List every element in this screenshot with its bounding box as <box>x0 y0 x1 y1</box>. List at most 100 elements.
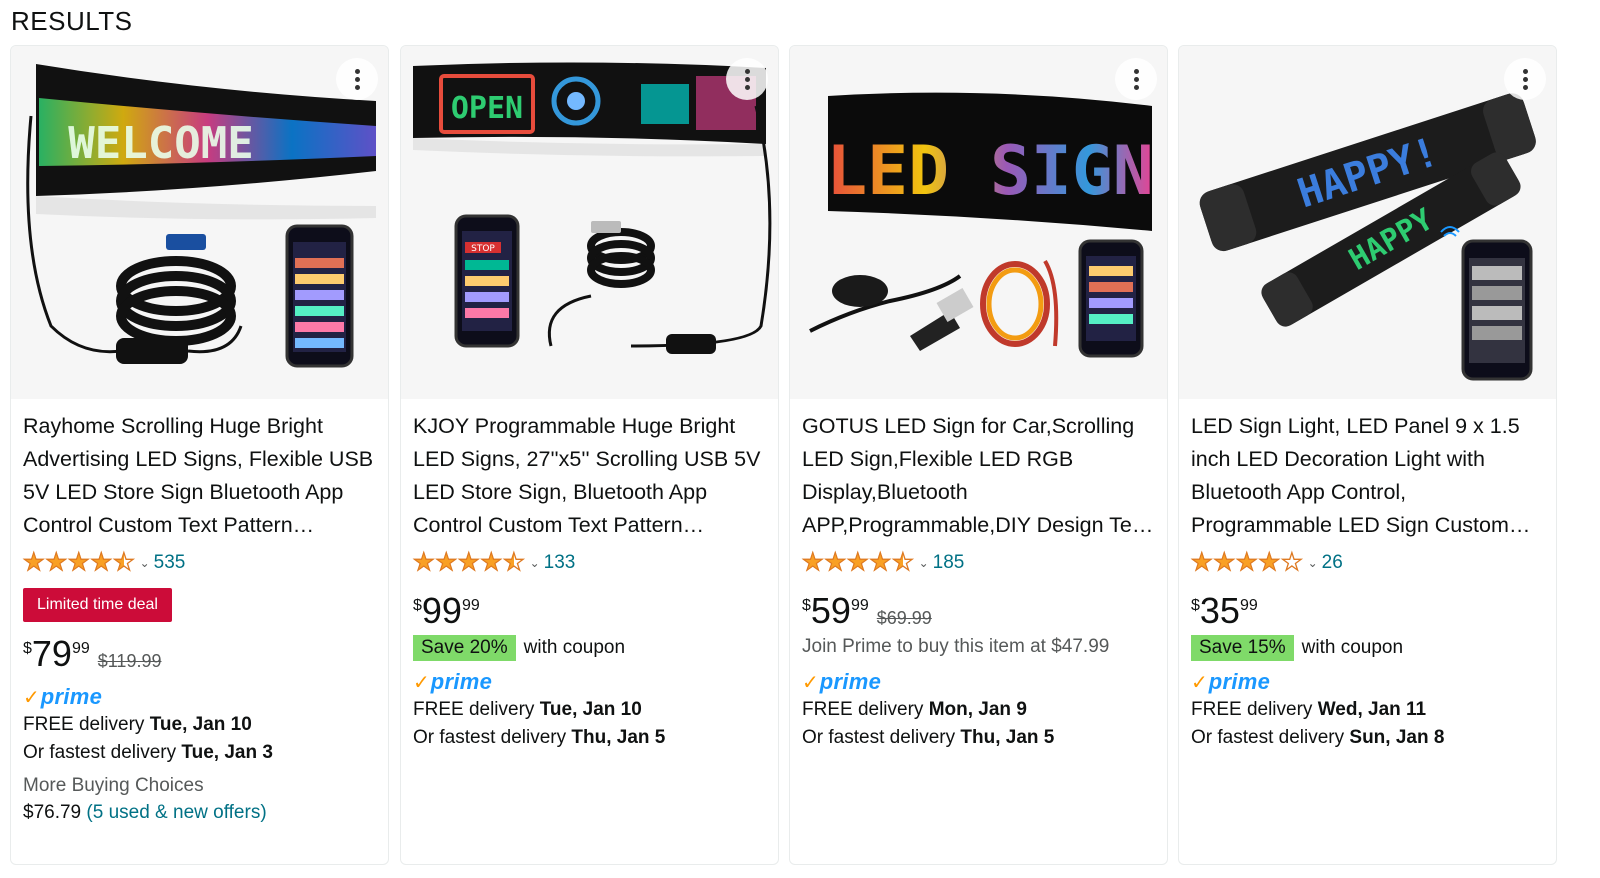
more-dots-icon <box>1523 85 1528 90</box>
more-dots-icon <box>745 77 750 82</box>
free-delivery-label: FREE delivery <box>1191 699 1313 720</box>
fastest-delivery-label: Or fastest delivery <box>802 727 956 748</box>
led-sign-image: OPEN STOP <box>413 62 772 354</box>
prime-logo-text: prime <box>40 684 103 709</box>
more-dots-icon <box>1523 69 1528 74</box>
svg-text:OPEN: OPEN <box>451 91 523 126</box>
fastest-delivery-label: Or fastest delivery <box>1191 727 1345 748</box>
more-buying-price: $76.79 <box>23 802 82 823</box>
product-title[interactable]: Rayhome Scrolling Huge Bright Advertisin… <box>23 410 381 542</box>
price-fraction: 99 <box>71 640 90 657</box>
rating-row: ★★★★★ ★★★★★ ⌄ 26 <box>1190 550 1343 575</box>
price-whole: 59 <box>810 590 851 631</box>
review-count-link[interactable]: 133 <box>544 552 576 574</box>
led-sign-image: WELCOME <box>26 64 376 368</box>
stars-filled-icon: ★★★★★ <box>23 551 124 575</box>
price-fraction: 99 <box>850 597 869 614</box>
free-delivery-label: FREE delivery <box>23 714 145 735</box>
rating-row: ★★★★★ ★★★★★ ⌄ 535 <box>22 550 186 575</box>
prime-logo-text: prime <box>1208 669 1271 694</box>
fastest-delivery-date: Tue, Jan 3 <box>181 742 273 763</box>
more-dots-icon <box>745 85 750 90</box>
price: $ 99 99 <box>413 591 480 631</box>
price: $ 35 99 <box>1191 591 1258 631</box>
chevron-down-icon[interactable]: ⌄ <box>1308 556 1318 570</box>
price-currency: $ <box>1191 597 1200 614</box>
product-card[interactable]: HAPPY! HAPPY LED Sign Light, LED Panel 9… <box>1178 45 1557 865</box>
product-title[interactable]: GOTUS LED Sign for Car,Scrolling LED Sig… <box>802 410 1160 542</box>
free-delivery: FREE delivery Wed, Jan 11 <box>1191 699 1426 721</box>
free-delivery-label: FREE delivery <box>802 699 924 720</box>
results-heading: RESULTS <box>11 6 133 36</box>
more-options-button[interactable] <box>1115 58 1157 100</box>
free-delivery-date: Tue, Jan 10 <box>539 699 642 720</box>
free-delivery-date: Wed, Jan 11 <box>1317 699 1427 720</box>
more-options-button[interactable] <box>1504 58 1546 100</box>
price-fraction: 99 <box>461 597 480 614</box>
star-rating-icon[interactable]: ★★★★★ ★★★★★ <box>801 550 915 575</box>
list-price: $119.99 <box>97 651 162 671</box>
svg-text:STOP: STOP <box>471 244 495 254</box>
star-rating-icon[interactable]: ★★★★★ ★★★★★ <box>22 550 136 575</box>
fastest-delivery-label: Or fastest delivery <box>413 727 567 748</box>
product-image[interactable]: OPEN STOP <box>401 46 778 399</box>
fastest-delivery-label: Or fastest delivery <box>23 742 177 763</box>
product-card[interactable]: WELCOME Rayhome Scrolling Huge Bright Ad… <box>10 45 389 865</box>
prime-check-icon: ✓ <box>23 687 40 709</box>
prime-badge: ✓ prime <box>802 669 881 695</box>
product-card[interactable]: OPEN STOP KJOY Programmable Huge Bright … <box>400 45 779 865</box>
price-whole: 99 <box>421 590 462 631</box>
free-delivery-date: Tue, Jan 10 <box>149 714 252 735</box>
free-delivery-date: Mon, Jan 9 <box>928 699 1027 720</box>
coupon-save-badge: Save 20% <box>413 635 516 661</box>
fastest-delivery: Or fastest delivery Thu, Jan 5 <box>802 727 1054 749</box>
fastest-delivery: Or fastest delivery Sun, Jan 8 <box>1191 727 1444 749</box>
rating-row: ★★★★★ ★★★★★ ⌄ 185 <box>801 550 965 575</box>
prime-badge: ✓ prime <box>1191 669 1270 695</box>
price-whole: 79 <box>31 633 72 674</box>
review-count-link[interactable]: 535 <box>154 552 186 574</box>
chevron-down-icon[interactable]: ⌄ <box>140 556 150 570</box>
fastest-delivery-date: Thu, Jan 5 <box>960 727 1055 748</box>
more-dots-icon <box>1523 77 1528 82</box>
more-options-button[interactable] <box>336 58 378 100</box>
star-rating-icon[interactable]: ★★★★★ ★★★★★ <box>1190 550 1304 575</box>
review-count-link[interactable]: 185 <box>933 552 965 574</box>
review-count-link[interactable]: 26 <box>1322 552 1343 574</box>
more-dots-icon <box>355 69 360 74</box>
price: $ 79 99 $119.99 <box>23 634 161 674</box>
more-buying-choices-label: More Buying Choices <box>23 775 204 796</box>
price-currency: $ <box>802 597 811 614</box>
more-options-button[interactable] <box>726 58 768 100</box>
used-new-offers-link[interactable]: (5 used & new offers) <box>86 802 266 823</box>
chevron-down-icon[interactable]: ⌄ <box>919 556 929 570</box>
chevron-down-icon[interactable]: ⌄ <box>530 556 540 570</box>
product-title[interactable]: LED Sign Light, LED Panel 9 x 1.5 inch L… <box>1191 410 1549 542</box>
price: $ 59 99 $69.99 <box>802 591 932 631</box>
product-image[interactable]: LED SIGN <box>790 46 1167 399</box>
product-image[interactable]: WELCOME <box>11 46 388 399</box>
led-sign-image: LED SIGN <box>809 92 1154 358</box>
product-card[interactable]: LED SIGN GOTUS LED Sign for Car,Scrollin… <box>789 45 1168 865</box>
free-delivery: FREE delivery Tue, Jan 10 <box>23 714 252 736</box>
coupon-row[interactable]: Save 15% with coupon <box>1191 635 1403 661</box>
stars-filled-icon: ★★★★★ <box>1191 551 1282 575</box>
coupon-save-badge: Save 15% <box>1191 635 1294 661</box>
star-rating-icon[interactable]: ★★★★★ ★★★★★ <box>412 550 526 575</box>
more-buying-offers: $76.79 (5 used & new offers) <box>23 802 267 824</box>
more-dots-icon <box>355 85 360 90</box>
fastest-delivery: Or fastest delivery Thu, Jan 5 <box>413 727 665 749</box>
stars-filled-icon: ★★★★★ <box>802 551 903 575</box>
prime-logo-text: prime <box>819 669 882 694</box>
free-delivery: FREE delivery Mon, Jan 9 <box>802 699 1027 721</box>
prime-check-icon: ✓ <box>802 672 819 694</box>
prime-logo-text: prime <box>430 669 493 694</box>
prime-badge: ✓ prime <box>413 669 492 695</box>
price-fraction: 99 <box>1239 597 1258 614</box>
coupon-row[interactable]: Save 20% with coupon <box>413 635 625 661</box>
price-whole: 35 <box>1199 590 1240 631</box>
free-delivery-label: FREE delivery <box>413 699 535 720</box>
product-image[interactable]: HAPPY! HAPPY <box>1179 46 1556 399</box>
product-title[interactable]: KJOY Programmable Huge Bright LED Signs,… <box>413 410 771 542</box>
prime-check-icon: ✓ <box>413 672 430 694</box>
